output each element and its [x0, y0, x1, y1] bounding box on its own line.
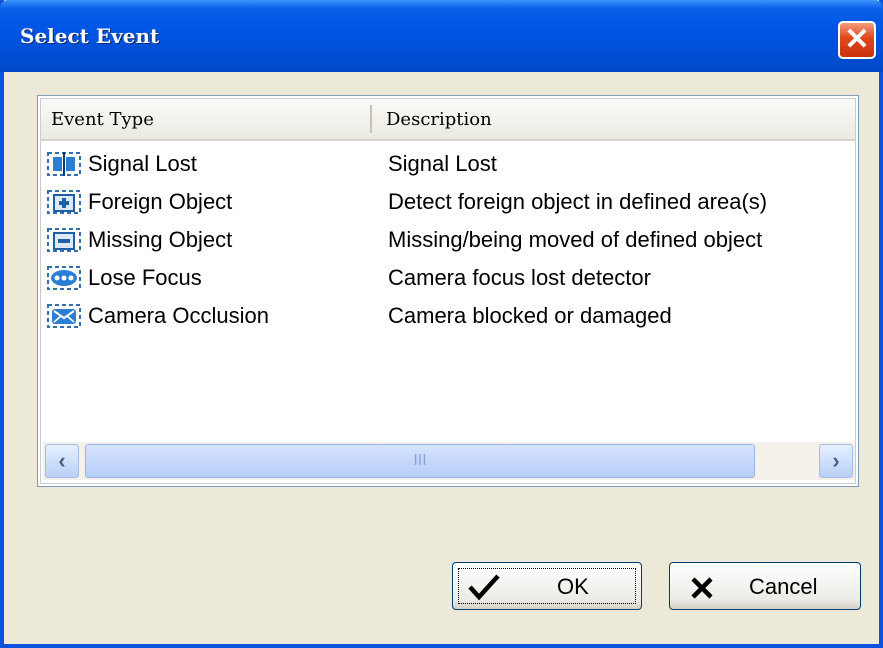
event-description: Camera blocked or damaged [388, 303, 672, 328]
camera-occlusion-icon [47, 304, 81, 328]
event-description: Camera focus lost detector [388, 265, 651, 290]
list-item[interactable]: Foreign Object Detect foreign object in … [41, 183, 855, 221]
event-type: Missing Object [88, 227, 233, 252]
event-type: Signal Lost [88, 151, 197, 176]
title-bar[interactable]: Select Event ✕ [0, 0, 883, 72]
event-list[interactable]: Event Type Description Signal Lost Signa… [37, 95, 859, 487]
foreign-object-icon [47, 190, 81, 214]
list-header: Event Type Description [41, 99, 855, 141]
x-icon [691, 577, 713, 599]
scroll-right-button[interactable]: › [819, 444, 853, 478]
event-type: Lose Focus [88, 265, 202, 290]
event-type: Foreign Object [88, 189, 233, 214]
select-event-dialog: Select Event ✕ Event Type Description Si… [0, 0, 883, 648]
column-header-description[interactable]: Description [386, 109, 492, 130]
column-header-event-type[interactable]: Event Type [51, 109, 154, 130]
event-description: Detect foreign object in defined area(s) [388, 189, 768, 214]
checkmark-icon [468, 574, 500, 601]
scrollbar-grip: III [413, 452, 427, 469]
signal-lost-icon [47, 152, 81, 176]
list-item[interactable]: Lose Focus Camera focus lost detector [41, 259, 855, 297]
event-description: Missing/being moved of defined object [388, 227, 763, 252]
missing-object-icon [47, 228, 81, 252]
cancel-label: Cancel [749, 574, 818, 599]
event-type: Camera Occlusion [88, 303, 269, 328]
chevron-right-icon: › [832, 448, 840, 473]
close-button[interactable]: ✕ [838, 21, 876, 59]
list-item[interactable]: Camera Occlusion Camera blocked or damag… [41, 297, 855, 335]
list-item[interactable]: Signal Lost Signal Lost [41, 145, 855, 183]
dialog-title: Select Event [20, 24, 160, 48]
scroll-left-button[interactable]: ‹ [45, 444, 79, 478]
column-divider[interactable] [370, 105, 372, 133]
lose-focus-icon [47, 266, 81, 290]
ok-label: OK [557, 574, 589, 599]
horizontal-scrollbar[interactable]: ‹ III › [43, 442, 855, 480]
scrollbar-thumb[interactable]: III [85, 444, 755, 478]
list-item[interactable]: Missing Object Missing/being moved of de… [41, 221, 855, 259]
event-description: Signal Lost [388, 151, 497, 176]
ok-button[interactable]: OK [452, 562, 642, 610]
close-icon: ✕ [844, 23, 870, 56]
cancel-button[interactable]: Cancel [669, 562, 861, 610]
chevron-left-icon: ‹ [58, 448, 66, 473]
